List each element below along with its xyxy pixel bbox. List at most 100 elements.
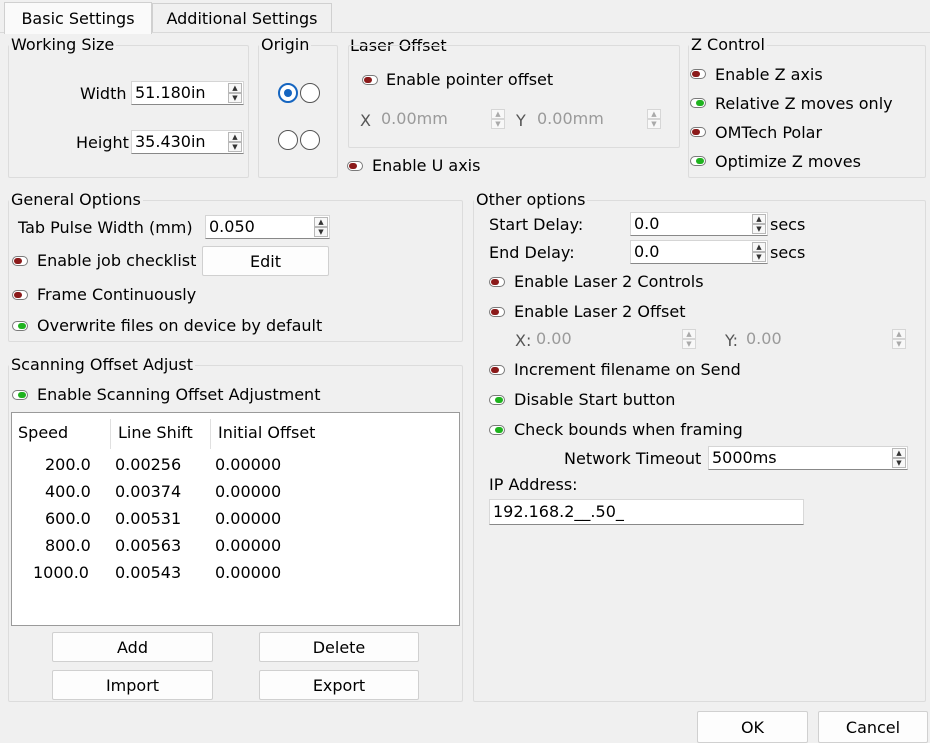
spin-down-icon[interactable]: ▼ bbox=[892, 458, 906, 468]
enable-pointer-offset-label: Enable pointer offset bbox=[386, 70, 554, 89]
ip-address-input[interactable]: 192.168.2__.50_ bbox=[489, 499, 804, 525]
increment-filename-toggle[interactable] bbox=[489, 365, 505, 375]
overwrite-files-label: Overwrite files on device by default bbox=[37, 316, 323, 335]
working-size-title: Working Size bbox=[9, 35, 117, 55]
enable-laser2-controls-label: Enable Laser 2 Controls bbox=[514, 272, 704, 291]
enable-scanning-offset-toggle[interactable] bbox=[12, 390, 28, 400]
frame-continuously-toggle[interactable] bbox=[12, 290, 28, 300]
start-delay-label: Start Delay: bbox=[489, 215, 584, 234]
ip-address-label: IP Address: bbox=[489, 475, 578, 494]
spin-up-icon[interactable]: ▲ bbox=[228, 132, 242, 142]
end-delay-unit: secs bbox=[770, 243, 806, 262]
spin-down-icon[interactable]: ▼ bbox=[752, 252, 766, 262]
cell-initial-offset: 0.00000 bbox=[215, 509, 282, 528]
enable-u-axis-toggle[interactable] bbox=[347, 161, 363, 171]
origin-title: Origin bbox=[259, 35, 312, 55]
cell-line-shift: 0.00563 bbox=[115, 536, 182, 555]
cell-initial-offset: 0.00000 bbox=[215, 536, 282, 555]
import-button[interactable]: Import bbox=[52, 670, 213, 700]
export-button-label: Export bbox=[312, 675, 366, 695]
enable-u-axis-label: Enable U axis bbox=[372, 156, 481, 175]
laser2-y-spinbox[interactable]: 0.00 ▲ ▼ bbox=[743, 328, 907, 352]
add-button-label: Add bbox=[117, 637, 148, 657]
laser2-y-value: 0.00 bbox=[746, 329, 782, 348]
offset-x-spinbox[interactable]: 0.00mm ▲ ▼ bbox=[378, 108, 506, 132]
tab-additional-settings[interactable]: Additional Settings bbox=[152, 3, 332, 33]
delete-button[interactable]: Delete bbox=[259, 632, 419, 662]
enable-laser2-controls-toggle[interactable] bbox=[489, 277, 505, 287]
column-divider bbox=[110, 419, 111, 449]
spin-up-icon[interactable]: ▲ bbox=[647, 109, 661, 119]
check-bounds-toggle[interactable] bbox=[489, 425, 505, 435]
spin-down-icon[interactable]: ▼ bbox=[892, 339, 906, 349]
height-value: 35.430in bbox=[135, 132, 206, 151]
spin-down-icon[interactable]: ▼ bbox=[647, 119, 661, 129]
tab-label: Basic Settings bbox=[21, 9, 135, 28]
spin-down-icon[interactable]: ▼ bbox=[314, 227, 328, 237]
tab-pulse-width-spinbox[interactable]: 0.050 ▲ ▼ bbox=[205, 215, 330, 239]
offset-x-value: 0.00mm bbox=[381, 109, 448, 128]
end-delay-label: End Delay: bbox=[489, 243, 575, 262]
origin-top-left-radio[interactable] bbox=[278, 83, 298, 103]
spin-up-icon[interactable]: ▲ bbox=[228, 83, 242, 93]
column-header-speed[interactable]: Speed bbox=[18, 423, 68, 443]
spin-up-icon[interactable]: ▲ bbox=[682, 329, 696, 339]
cell-speed: 1000.0 bbox=[33, 563, 89, 582]
spin-up-icon[interactable]: ▲ bbox=[752, 242, 766, 252]
omtech-polar-label: OMTech Polar bbox=[715, 123, 823, 142]
column-header-line-shift[interactable]: Line Shift bbox=[118, 423, 193, 443]
add-button[interactable]: Add bbox=[52, 632, 213, 662]
tab-pulse-width-value: 0.050 bbox=[209, 217, 255, 236]
cell-line-shift: 0.00374 bbox=[115, 482, 182, 501]
delete-button-label: Delete bbox=[312, 637, 366, 657]
enable-job-checklist-toggle[interactable] bbox=[12, 256, 28, 266]
ok-button[interactable]: OK bbox=[697, 711, 808, 743]
laser2-x-spinbox[interactable]: 0.00 ▲ ▼ bbox=[533, 328, 697, 352]
start-delay-spinbox[interactable]: 0.0 ▲ ▼ bbox=[630, 212, 768, 236]
height-spinbox[interactable]: 35.430in ▲ ▼ bbox=[131, 130, 244, 154]
disable-start-button-label: Disable Start button bbox=[514, 390, 676, 409]
enable-job-checklist-label: Enable job checklist bbox=[37, 251, 197, 270]
tab-basic-settings[interactable]: Basic Settings bbox=[4, 2, 152, 34]
spin-down-icon[interactable]: ▼ bbox=[682, 339, 696, 349]
start-delay-value: 0.0 bbox=[634, 214, 660, 233]
enable-laser2-offset-toggle[interactable] bbox=[489, 307, 505, 317]
enable-z-axis-toggle[interactable] bbox=[690, 69, 706, 79]
spin-up-icon[interactable]: ▲ bbox=[892, 329, 906, 339]
relative-z-moves-toggle[interactable] bbox=[690, 98, 706, 108]
spin-down-icon[interactable]: ▼ bbox=[491, 119, 505, 129]
optimize-z-moves-toggle[interactable] bbox=[690, 156, 706, 166]
column-header-initial-offset[interactable]: Initial Offset bbox=[218, 423, 315, 443]
spin-down-icon[interactable]: ▼ bbox=[752, 224, 766, 234]
laser2-x-value: 0.00 bbox=[536, 329, 572, 348]
disable-start-button-toggle[interactable] bbox=[489, 395, 505, 405]
omtech-polar-toggle[interactable] bbox=[690, 127, 706, 137]
edit-checklist-button[interactable]: Edit bbox=[202, 246, 329, 276]
export-button[interactable]: Export bbox=[259, 670, 419, 700]
origin-bottom-left-radio[interactable] bbox=[278, 130, 298, 150]
end-delay-spinbox[interactable]: 0.0 ▲ ▼ bbox=[630, 240, 768, 264]
cell-line-shift: 0.00256 bbox=[115, 455, 182, 474]
overwrite-files-toggle[interactable] bbox=[12, 321, 28, 331]
general-options-title: General Options bbox=[9, 190, 143, 210]
cell-line-shift: 0.00543 bbox=[115, 563, 182, 582]
offset-y-spinbox[interactable]: 0.00mm ▲ ▼ bbox=[534, 108, 662, 132]
network-timeout-spinbox[interactable]: 5000ms ▲ ▼ bbox=[708, 446, 908, 470]
ok-button-label: OK bbox=[740, 717, 765, 737]
spin-up-icon[interactable]: ▲ bbox=[491, 109, 505, 119]
scanning-offset-table[interactable]: Speed Line Shift Initial Offset 200.0 0.… bbox=[11, 412, 460, 626]
enable-pointer-offset-toggle[interactable] bbox=[362, 75, 378, 85]
frame-continuously-label: Frame Continuously bbox=[37, 285, 197, 304]
cancel-button[interactable]: Cancel bbox=[818, 711, 928, 743]
spin-up-icon[interactable]: ▲ bbox=[314, 217, 328, 227]
origin-bottom-right-radio[interactable] bbox=[300, 130, 320, 150]
cell-line-shift: 0.00531 bbox=[115, 509, 182, 528]
cancel-button-label: Cancel bbox=[845, 717, 901, 737]
spin-down-icon[interactable]: ▼ bbox=[228, 93, 242, 103]
width-spinbox[interactable]: 51.180in ▲ ▼ bbox=[131, 81, 244, 105]
spin-down-icon[interactable]: ▼ bbox=[228, 142, 242, 152]
cell-speed: 200.0 bbox=[45, 455, 91, 474]
spin-up-icon[interactable]: ▲ bbox=[752, 214, 766, 224]
spin-up-icon[interactable]: ▲ bbox=[892, 448, 906, 458]
origin-top-right-radio[interactable] bbox=[300, 83, 320, 103]
